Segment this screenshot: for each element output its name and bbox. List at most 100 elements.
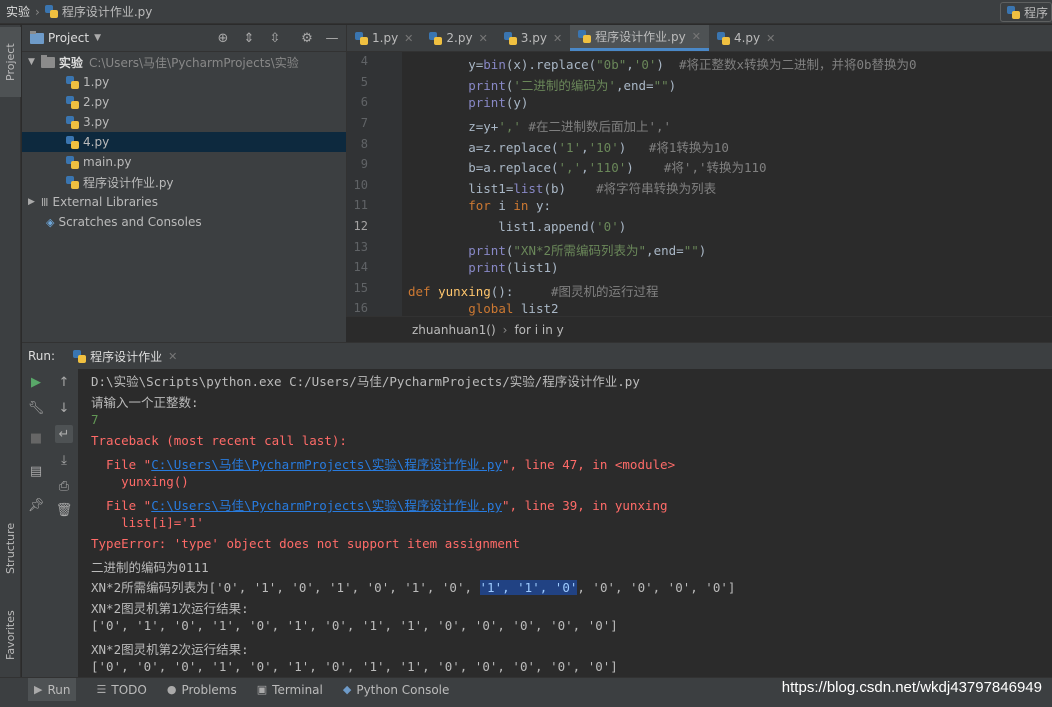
editor-tabs: 1.py ✕ 2.py ✕ 3.py ✕ 程序设计作业.py ✕ 4.py ✕ <box>346 25 1052 52</box>
wrench-icon[interactable]: 🔧︎ <box>27 399 45 417</box>
run-config-selector[interactable]: 程序 <box>1000 2 1052 22</box>
scroll-to-end-icon[interactable]: ⤓ <box>55 451 73 469</box>
breadcrumb-loop[interactable]: for i in y <box>514 323 563 337</box>
chevron-right-icon: › <box>502 322 508 337</box>
python-file-icon <box>503 31 517 45</box>
chevron-down-icon[interactable]: ▼ <box>94 33 101 43</box>
traceback-code: list[i]='1' <box>91 515 204 530</box>
console-output: XN*2图灵机第2次运行结果: <box>91 642 249 657</box>
tab-1-py[interactable]: 1.py ✕ <box>347 25 421 51</box>
info-icon: ● <box>166 683 177 696</box>
line-number-gutter: 4 5 6 7 8 9 10 11 12 13 14 15 16 <box>346 52 402 316</box>
tab-2-py[interactable]: 2.py ✕ <box>421 25 495 51</box>
close-icon[interactable]: ✕ <box>766 32 775 45</box>
code-editor[interactable]: y=bin(x).replace("0b",'0') #将正整数x转换为二进制，… <box>402 52 1052 316</box>
list-suffix: , '0', '0', '0', '0'] <box>577 580 736 595</box>
tree-external-libraries[interactable]: ▶ Ⅲ External Libraries <box>22 192 346 212</box>
file-name: 4.py <box>83 135 110 149</box>
run-tool-button[interactable]: ▶ Run <box>28 678 77 701</box>
line-number: 4 <box>360 54 368 68</box>
todo-tool-button[interactable]: ☰ TODO <box>96 683 146 697</box>
run-config-tab[interactable]: 程序设计作业 <box>90 348 162 365</box>
tab-3-py[interactable]: 3.py ✕ <box>496 25 570 51</box>
library-icon: Ⅲ <box>40 195 49 209</box>
code-line: b=a.replace(',','110') #将','转换为110 <box>408 160 767 175</box>
tree-file-item-selected[interactable]: 4.py <box>22 132 346 152</box>
expand-all-icon[interactable]: ⇕ <box>241 30 257 46</box>
close-icon[interactable]: ✕ <box>479 32 488 45</box>
console-output: 二进制的编码为0111 <box>91 560 209 575</box>
nav-project[interactable]: 实验 <box>6 3 30 20</box>
console-output: XN*2图灵机第1次运行结果: <box>91 601 249 616</box>
tree-file-item[interactable]: 程序设计作业.py <box>22 172 346 192</box>
run-tool-label: Run <box>47 682 71 697</box>
code-line: print('二进制的编码为',end="") <box>468 78 677 93</box>
file-name: 2.py <box>83 95 110 109</box>
close-icon[interactable]: ✕ <box>168 350 177 363</box>
project-tree: ▼ 实验 C:\Users\马佳\PycharmProjects\实验 1.py… <box>22 52 346 345</box>
collapse-all-icon[interactable]: ⇳ <box>267 30 283 46</box>
hide-icon[interactable]: — <box>324 30 340 46</box>
run-console[interactable]: D:\实验\Scripts\python.exe C:/Users/马佳/Pyc… <box>78 369 1052 677</box>
code-line: for i in y: <box>468 198 552 213</box>
arrow-up-icon[interactable]: ↑ <box>55 373 73 391</box>
code-line: y=bin(x).replace("0b",'0') #将正整数x转换为二进制，… <box>408 57 917 72</box>
favorites-tool-tab[interactable]: Favorites <box>0 600 21 670</box>
layout-icon[interactable]: ▤ <box>27 462 45 480</box>
line-number: 5 <box>360 75 368 89</box>
console-user-input: 7 <box>91 412 99 427</box>
chevron-right-icon: ▶ <box>28 197 35 207</box>
file-link[interactable]: C:\Users\马佳\PycharmProjects\实验\程序设计作业.py <box>151 457 502 472</box>
line-number: 11 <box>353 198 368 212</box>
tab-label: 2.py <box>446 31 473 45</box>
tab-label: 3.py <box>520 31 547 45</box>
tree-file-item[interactable]: main.py <box>22 152 346 172</box>
print-icon[interactable]: ⎙ <box>55 477 73 495</box>
rerun-icon[interactable]: ▶ <box>27 373 45 391</box>
locate-icon[interactable]: ⊕ <box>215 30 231 46</box>
close-icon[interactable]: ✕ <box>692 30 701 43</box>
project-tool-tab[interactable]: Project <box>0 27 21 97</box>
nav-file[interactable]: 程序设计作业.py <box>62 3 153 20</box>
tree-file-item[interactable]: 3.py <box>22 112 346 132</box>
structure-tool-tab[interactable]: Structure <box>0 503 21 593</box>
python-console-tool-label: Python Console <box>356 682 450 697</box>
gear-icon[interactable]: ⚙ <box>299 30 315 46</box>
code-line: global list2 <box>468 301 559 316</box>
project-panel-header: Project ▼ ⊕ ⇕ ⇳ ⚙ — <box>22 25 346 52</box>
code-line: z=y+',' #在二进制数后面加上',' <box>408 119 672 134</box>
arrow-down-icon[interactable]: ↓ <box>55 399 73 417</box>
file-link[interactable]: C:\Users\马佳\PycharmProjects\实验\程序设计作业.py <box>151 498 502 513</box>
problems-tool-button[interactable]: ● Problems <box>167 683 237 697</box>
close-icon[interactable]: ✕ <box>553 32 562 45</box>
python-console-tool-button[interactable]: ◆ Python Console <box>343 683 450 697</box>
run-config-label: 程序 <box>1024 5 1049 20</box>
tree-scratches[interactable]: ◈ Scratches and Consoles <box>22 212 346 232</box>
code-line: list1.append('0') <box>408 219 627 234</box>
python-file-icon <box>73 349 87 363</box>
line-number: 8 <box>360 137 368 151</box>
tab-4-py[interactable]: 4.py ✕ <box>709 25 783 51</box>
tree-root[interactable]: ▼ 实验 C:\Users\马佳\PycharmProjects\实验 <box>22 52 346 72</box>
soft-wrap-icon[interactable]: ↵ <box>55 425 73 443</box>
project-tool-label: Project <box>4 43 17 81</box>
stop-icon[interactable]: ■ <box>27 429 45 447</box>
trash-icon[interactable]: 🗑︎ <box>55 501 73 519</box>
code-line: list1=list(b) #将字符串转换为列表 <box>408 181 717 196</box>
todo-tool-label: TODO <box>111 682 147 697</box>
frame-suffix: ", line 39, in yunxing <box>502 498 668 513</box>
python-console-icon: ◆ <box>342 683 352 696</box>
tree-file-item[interactable]: 1.py <box>22 72 346 92</box>
code-line: print("XN*2所需编码列表为",end="") <box>468 243 707 258</box>
project-view-icon <box>30 30 44 44</box>
tab-active-file[interactable]: 程序设计作业.py ✕ <box>570 25 709 51</box>
terminal-tool-button[interactable]: ▣ Terminal <box>257 683 323 697</box>
tree-file-item[interactable]: 2.py <box>22 92 346 112</box>
project-view-selector[interactable]: Project <box>48 31 89 45</box>
line-number: 13 <box>353 240 368 254</box>
breadcrumb-function[interactable]: zhuanhuan1() <box>412 323 496 337</box>
external-libraries-label: External Libraries <box>52 195 158 209</box>
pin-icon[interactable]: 📌︎ <box>27 496 45 514</box>
close-icon[interactable]: ✕ <box>404 32 413 45</box>
terminal-tool-label: Terminal <box>272 682 323 697</box>
